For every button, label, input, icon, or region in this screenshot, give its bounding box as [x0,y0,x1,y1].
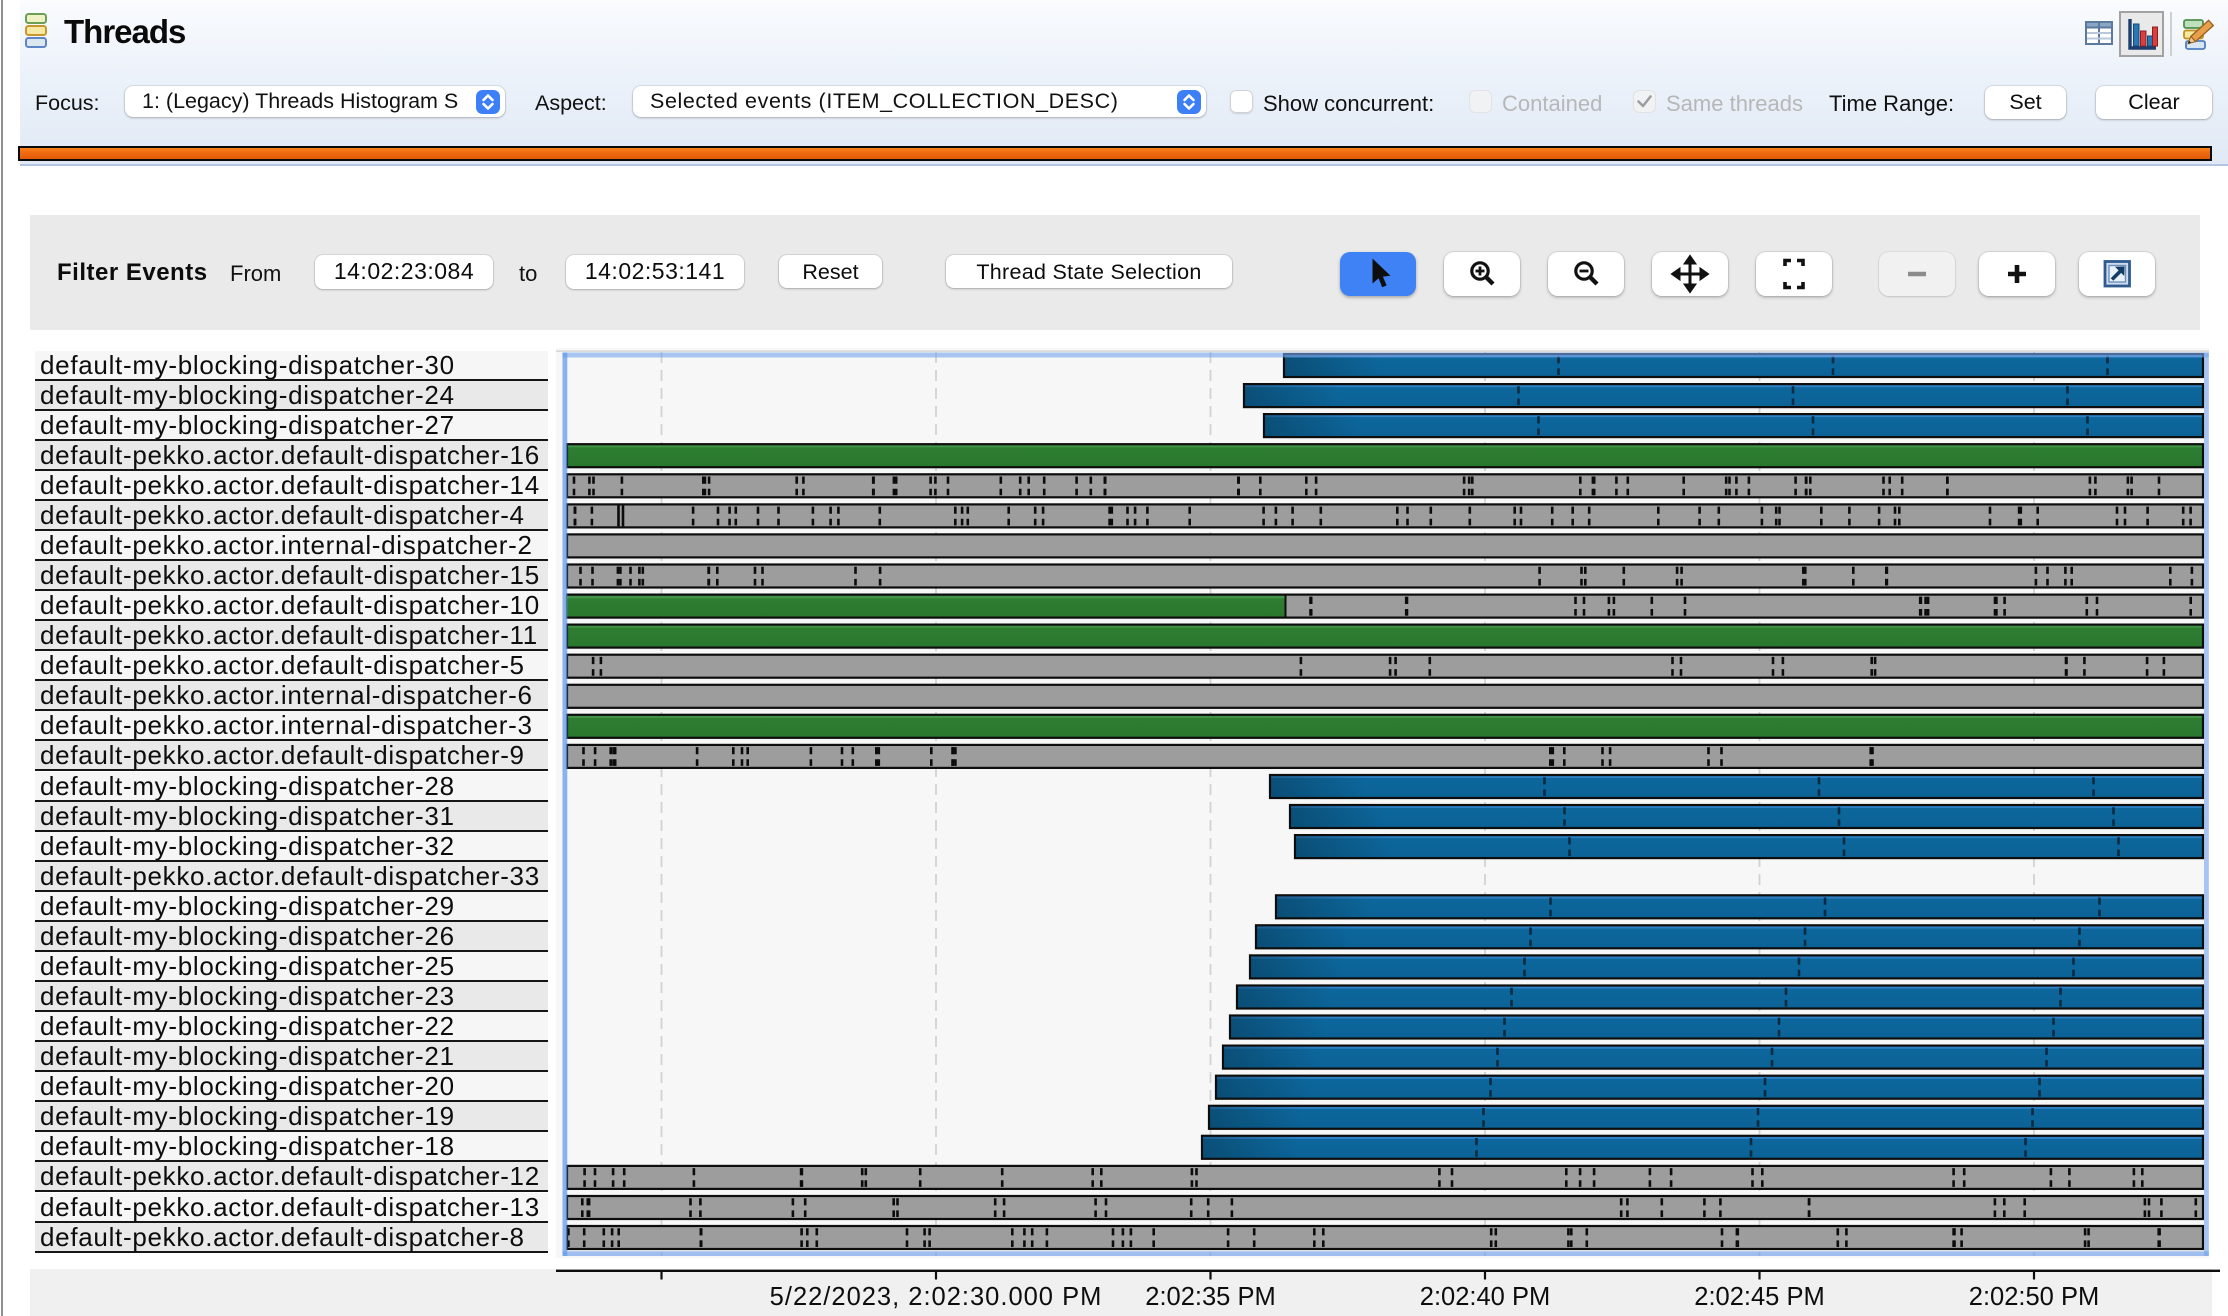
svg-text:2:02:35 PM: 2:02:35 PM [1145,1283,1275,1311]
svg-text:2:02:40 PM: 2:02:40 PM [1420,1283,1550,1311]
svg-text:2:02:50 PM: 2:02:50 PM [1969,1283,2099,1311]
svg-text:5/22/2023, 2:02:30.000 PM: 5/22/2023, 2:02:30.000 PM [770,1283,1103,1311]
svg-text:2:02:45 PM: 2:02:45 PM [1694,1283,1824,1311]
